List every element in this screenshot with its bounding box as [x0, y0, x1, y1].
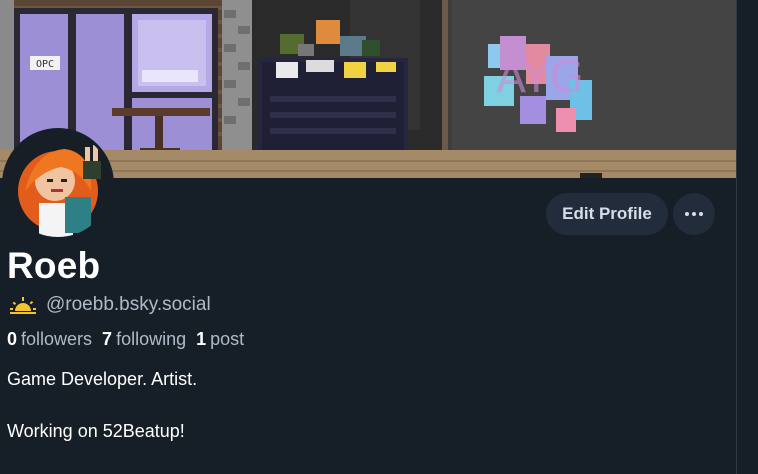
- edit-profile-button[interactable]: Edit Profile: [546, 193, 668, 235]
- scrollbar-gutter[interactable]: [736, 0, 758, 474]
- bio-line: Game Developer. Artist.: [7, 369, 198, 389]
- following-stat[interactable]: 7 following: [102, 329, 186, 350]
- followers-label: followers: [21, 329, 93, 349]
- posts-count: 1: [196, 329, 207, 349]
- profile-handle[interactable]: @roebb.bsky.social: [46, 294, 211, 316]
- more-options-button[interactable]: [673, 193, 715, 235]
- posts-stat: 1 post: [196, 329, 244, 350]
- avatar-image: [5, 131, 111, 237]
- profile-banner[interactable]: OPC AYG: [0, 0, 736, 178]
- following-count: 7: [102, 329, 113, 349]
- edit-profile-label: Edit Profile: [562, 204, 652, 223]
- sun-icon: [10, 297, 36, 314]
- graffiti-text: AYG: [496, 52, 584, 103]
- followers-stat[interactable]: 0 followers: [7, 329, 92, 350]
- posts-label: post: [210, 329, 245, 349]
- banner-sign-text: OPC: [36, 59, 54, 70]
- display-name: Roeb: [7, 245, 101, 286]
- ellipsis-icon: [685, 212, 703, 216]
- profile-stats: 0 followers 7 following 1 post: [7, 329, 244, 350]
- followers-count: 0: [7, 329, 18, 349]
- bio-line: Working on 52Beatup!: [7, 421, 185, 441]
- banner-image: OPC AYG: [0, 0, 736, 178]
- avatar[interactable]: [2, 128, 114, 240]
- following-label: following: [116, 329, 187, 349]
- handle-row: @roebb.bsky.social: [10, 294, 211, 316]
